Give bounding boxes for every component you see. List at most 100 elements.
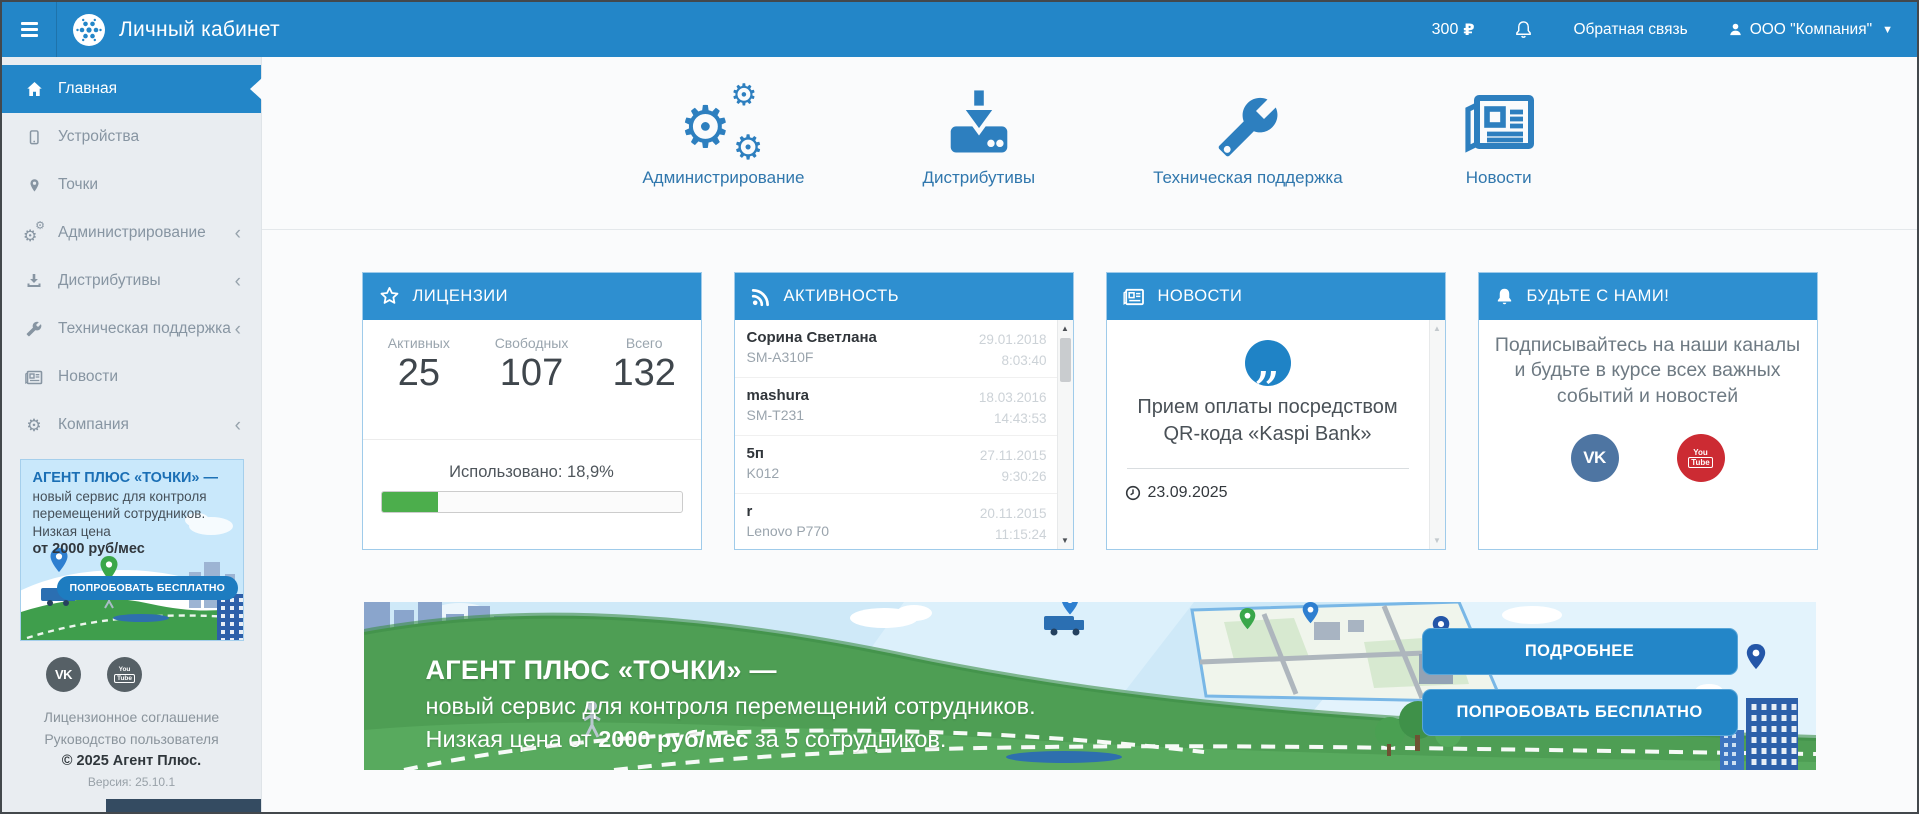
banner-line: новый сервис для контроля перемещений со… — [426, 690, 1036, 723]
scroll-up-arrow[interactable]: ▲ — [1058, 324, 1073, 333]
promo-price: от 2000 руб/мес — [33, 540, 243, 559]
sidebar-item-label: Устройства — [58, 128, 139, 146]
home-icon — [22, 81, 46, 97]
activity-card: АКТИВНОСТЬ Сорина СветланаSM-A310F 29.01… — [734, 272, 1074, 550]
sidebar-item-label: Техническая поддержка — [58, 320, 231, 338]
youtube-icon[interactable]: YouTube — [107, 657, 142, 692]
shortcuts-row: ⚙⚙⚙ Администрирование Дистрибутивы — [262, 57, 1917, 230]
activity-list: Сорина СветланаSM-A310F 29.01.20188:03:4… — [735, 320, 1057, 549]
vk-icon[interactable]: VK — [46, 657, 81, 692]
promo-line: Низкая цена — [33, 523, 243, 541]
activity-row[interactable]: Сорина СветланаSM-A310F 29.01.20188:03:4… — [735, 320, 1057, 378]
top-bar: Личный кабинет 300₽ Обратная связь ООО "… — [2, 2, 1917, 57]
main-content: ⚙⚙⚙ Администрирование Дистрибутивы — [262, 57, 1917, 812]
caret-down-icon: ▼ — [1882, 24, 1893, 36]
shortcut-support[interactable]: Техническая поддержка — [1153, 81, 1343, 188]
bottom-dark-strip — [106, 799, 261, 812]
mobile-icon — [22, 129, 46, 146]
news-card: НОВОСТИ „ Прием оплаты посредством QR-ко… — [1106, 272, 1446, 550]
menu-toggle-button[interactable] — [2, 2, 56, 57]
banner-line: Низкая цена от 2000 руб/мес за 5 сотрудн… — [426, 723, 1036, 756]
copyright-text: © 2025 Агент Плюс. — [2, 750, 261, 772]
news-body: „ Прием оплаты посредством QR-кода «Kasp… — [1107, 320, 1429, 549]
news-date: 23.09.2025 — [1125, 484, 1429, 502]
user-icon — [1728, 22, 1743, 37]
sidebar-item-home[interactable]: Главная — [2, 65, 261, 113]
notifications-bell-icon[interactable] — [1514, 19, 1533, 40]
license-agreement-link[interactable]: Лицензионное соглашение — [2, 707, 261, 729]
newspaper-icon — [1123, 288, 1145, 306]
user-manual-link[interactable]: Руководство пользователя — [2, 729, 261, 751]
shortcut-administration[interactable]: ⚙⚙⚙ Администрирование — [642, 81, 804, 188]
scrollbar[interactable]: ▲ ▼ — [1429, 320, 1445, 549]
licenses-card: ЛИЦЕНЗИИ Активных 25 Свободных 107 Всего… — [362, 272, 702, 550]
card-title: БУДЬТЕ С НАМИ! — [1527, 287, 1670, 306]
youtube-icon[interactable]: YouTube — [1677, 434, 1725, 482]
sidebar-item-distributives[interactable]: Дистрибутивы ‹ — [2, 257, 261, 305]
card-header: АКТИВНОСТЬ — [735, 273, 1073, 320]
clock-icon — [1125, 485, 1141, 501]
star-icon — [379, 286, 400, 307]
sidebar-item-label: Администрирование — [58, 224, 206, 242]
divider — [1127, 468, 1409, 469]
cards-row: ЛИЦЕНЗИИ Активных 25 Свободных 107 Всего… — [262, 272, 1917, 550]
scroll-down-arrow[interactable]: ▼ — [1430, 536, 1445, 545]
social-card: БУДЬТЕ С НАМИ! Подписывайтесь на наши ка… — [1478, 272, 1818, 550]
bell-icon — [1495, 287, 1514, 307]
vk-icon[interactable]: VK — [1571, 434, 1619, 482]
wrench-icon — [22, 321, 46, 337]
scroll-down-arrow[interactable]: ▼ — [1058, 536, 1073, 545]
sidebar-item-devices[interactable]: Устройства — [2, 113, 261, 161]
shortcut-news[interactable]: Новости — [1461, 81, 1537, 188]
sidebar-nav: Главная Устройства Точки ⚙⚙ Администриро… — [2, 57, 261, 449]
company-name: ООО "Компания" — [1750, 21, 1872, 39]
scrollbar[interactable]: ▲ ▼ — [1057, 320, 1073, 549]
sidebar-promo-banner[interactable]: АГЕНТ ПЛЮС «ТОЧКИ» — новый сервис для ко… — [20, 459, 244, 641]
balance-button[interactable]: 300₽ — [1432, 20, 1475, 39]
header-divider — [56, 2, 57, 57]
wrench-icon — [1216, 81, 1280, 159]
card-header: ЛИЦЕНЗИИ — [363, 273, 701, 320]
sidebar-item-administration[interactable]: ⚙⚙ Администрирование ‹ — [2, 209, 261, 257]
activity-row[interactable]: rLenovo P770 20.11.201511:15:24 — [735, 494, 1057, 549]
map-marker-icon — [22, 177, 46, 194]
activity-row[interactable]: 5пK012 27.11.20159:30:26 — [735, 436, 1057, 494]
sidebar-item-company[interactable]: ⚙ Компания ‹ — [2, 401, 261, 449]
subscribe-text: Подписывайтесь на наши каналы и будьте в… — [1479, 320, 1817, 409]
card-title: ЛИЦЕНЗИИ — [413, 287, 509, 306]
quote-icon: „ — [1245, 340, 1291, 386]
social-body: Подписывайтесь на наши каналы и будьте в… — [1479, 320, 1817, 549]
app-window: Личный кабинет 300₽ Обратная связь ООО "… — [0, 0, 1919, 814]
divider — [363, 439, 701, 440]
ruble-icon: ₽ — [1463, 20, 1474, 39]
banner-text: АГЕНТ ПЛЮС «ТОЧКИ» — новый сервис для ко… — [426, 652, 1036, 756]
card-header: НОВОСТИ — [1107, 273, 1445, 320]
promo-line: новый сервис для контроля — [33, 488, 243, 506]
newspaper-icon — [1461, 81, 1537, 159]
license-stats: Активных 25 Свободных 107 Всего 132 — [363, 320, 701, 395]
total-count: 132 — [588, 352, 701, 395]
usage-progressbar — [381, 491, 683, 513]
shortcut-distributives[interactable]: Дистрибутивы — [922, 81, 1035, 188]
feedback-link[interactable]: Обратная связь — [1573, 21, 1687, 39]
sidebar-item-support[interactable]: Техническая поддержка ‹ — [2, 305, 261, 353]
try-free-button[interactable]: ПОПРОБОВАТЬ БЕСПЛАТНО — [1422, 689, 1738, 736]
bottom-promo-banner[interactable]: АГЕНТ ПЛЮС «ТОЧКИ» — новый сервис для ко… — [364, 602, 1816, 770]
user-menu[interactable]: ООО "Компания" ▼ — [1728, 21, 1893, 39]
chevron-left-icon: ‹ — [235, 272, 241, 291]
scroll-thumb[interactable] — [1060, 338, 1071, 382]
chevron-left-icon: ‹ — [235, 224, 241, 243]
sidebar-item-news[interactable]: Новости — [2, 353, 261, 401]
details-button[interactable]: ПОДРОБНЕЕ — [1422, 628, 1738, 675]
scroll-up-arrow[interactable]: ▲ — [1430, 324, 1445, 333]
page-title: Личный кабинет — [119, 18, 280, 42]
download-icon — [942, 81, 1016, 159]
activity-row[interactable]: mashuraSM-T231 18.03.201614:43:53 — [735, 378, 1057, 436]
news-headline[interactable]: Прием оплаты посредством QR-кода «Kaspi … — [1107, 394, 1429, 448]
sidebar-item-label: Главная — [58, 80, 117, 98]
sidebar-item-points[interactable]: Точки — [2, 161, 261, 209]
card-title: НОВОСТИ — [1158, 287, 1243, 306]
promo-title: АГЕНТ ПЛЮС «ТОЧКИ» — — [33, 469, 243, 488]
promo-try-button[interactable]: ПОПРОБОВАТЬ БЕСПЛАТНО — [57, 576, 238, 600]
sidebar-socials: VK YouTube — [46, 657, 261, 692]
